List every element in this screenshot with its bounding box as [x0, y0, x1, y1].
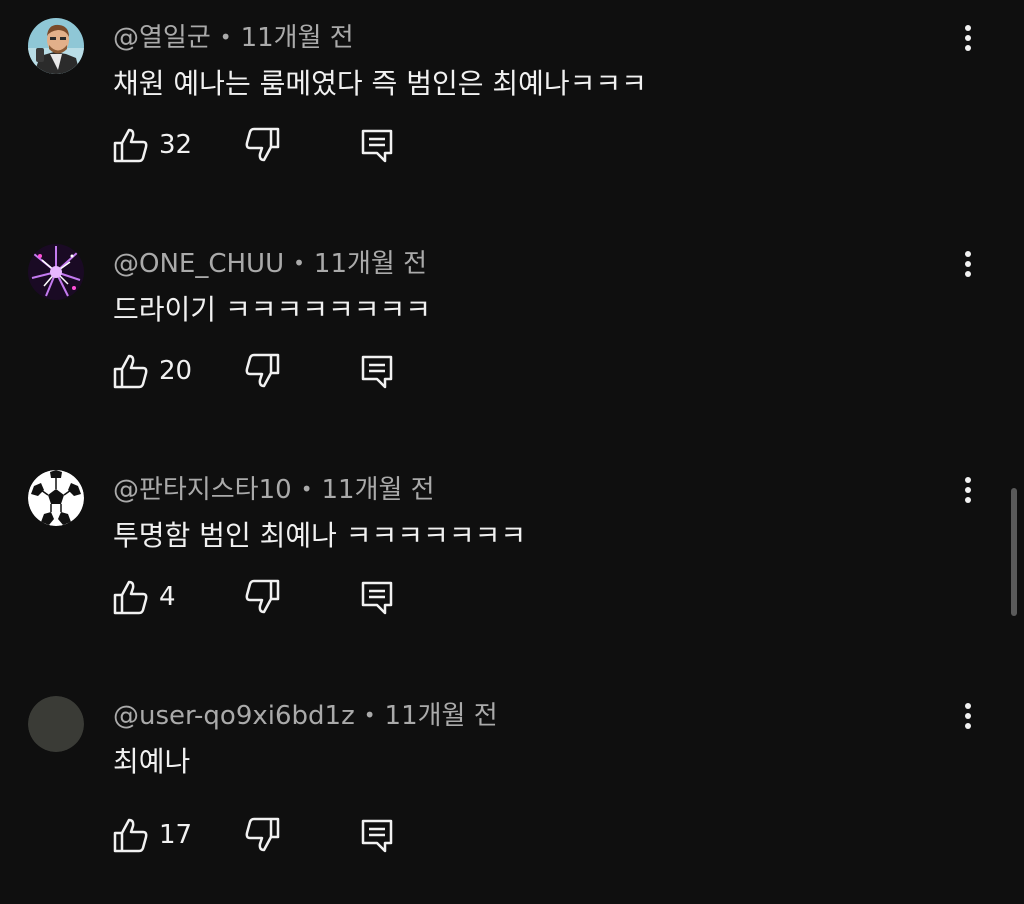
scrollbar-thumb[interactable]: [1011, 488, 1017, 616]
thumbs-down-icon: [245, 817, 280, 852]
comment-item: @user-qo9xi6bd1z • 11개월 전 최예나 17: [0, 678, 1024, 904]
like-count: 4: [159, 582, 176, 612]
comment-author[interactable]: @판타지스타10: [113, 475, 292, 505]
comment-text: 투명함 범인 최예나 ㅋㅋㅋㅋㅋㅋㅋ: [113, 519, 527, 552]
avatar[interactable]: [28, 18, 84, 74]
default-avatar-icon: [28, 696, 84, 752]
more-vertical-icon: [965, 703, 971, 729]
like-count: 32: [159, 130, 193, 160]
comment-item: @열일군 • 11개월 전 채원 예나는 룸메였다 즉 범인은 최예나ㅋㅋㅋ 32: [0, 0, 1024, 226]
comment-meta: @판타지스타10 • 11개월 전: [113, 472, 435, 507]
reply-comment-icon: [361, 355, 393, 389]
dislike-button[interactable]: [241, 126, 283, 168]
more-options-button[interactable]: [950, 10, 986, 66]
thumbs-down-icon: [245, 579, 280, 614]
reply-comment-icon: [361, 129, 393, 163]
comment-time[interactable]: 11개월 전: [321, 475, 434, 505]
comment-meta: @user-qo9xi6bd1z • 11개월 전: [113, 698, 498, 733]
comment-meta: @열일군 • 11개월 전: [113, 20, 354, 55]
more-vertical-icon: [965, 477, 971, 503]
cartoon-man-avatar-icon: [28, 18, 84, 74]
thumbs-up-icon: [113, 580, 148, 615]
dislike-button[interactable]: [241, 816, 283, 858]
comment-author[interactable]: @ONE_CHUU: [113, 249, 284, 279]
dislike-button[interactable]: [241, 578, 283, 620]
comment-actions: 32: [0, 124, 1024, 168]
reply-button[interactable]: [356, 816, 398, 858]
meta-separator-dot: •: [293, 251, 305, 275]
more-vertical-icon: [965, 251, 971, 277]
like-button[interactable]: [110, 814, 152, 856]
comment-text: 최예나: [113, 745, 191, 778]
comment-item: @ONE_CHUU • 11개월 전 드라이기 ㅋㅋㅋㅋㅋㅋㅋㅋ 20: [0, 226, 1024, 452]
comment-text: 채원 예나는 룸메였다 즉 범인은 최예나ㅋㅋㅋ: [113, 67, 647, 100]
thumbs-down-icon: [245, 127, 280, 162]
more-options-button[interactable]: [950, 688, 986, 744]
reply-comment-icon: [361, 581, 393, 615]
dislike-button[interactable]: [241, 352, 283, 394]
like-count: 20: [159, 356, 193, 386]
thumbs-down-icon: [245, 353, 280, 388]
reply-button[interactable]: [356, 126, 398, 168]
avatar[interactable]: [28, 244, 84, 300]
comment-text: 드라이기 ㅋㅋㅋㅋㅋㅋㅋㅋ: [113, 293, 432, 326]
meta-separator-dot: •: [300, 477, 313, 501]
reply-button[interactable]: [356, 352, 398, 394]
reply-button[interactable]: [356, 578, 398, 620]
comment-author[interactable]: @user-qo9xi6bd1z: [113, 701, 355, 731]
more-vertical-icon: [965, 25, 971, 51]
more-options-button[interactable]: [950, 462, 986, 518]
meta-separator-dot: •: [363, 703, 376, 727]
comment-meta: @ONE_CHUU • 11개월 전: [113, 246, 427, 281]
comment-actions: 4: [0, 576, 1024, 620]
comment-time[interactable]: 11개월 전: [241, 23, 354, 53]
meta-separator-dot: •: [219, 25, 232, 49]
comment-author[interactable]: @열일군: [113, 23, 211, 53]
comment-actions: 20: [0, 350, 1024, 394]
avatar[interactable]: [28, 696, 84, 752]
soccer-ball-avatar-icon: [28, 470, 84, 526]
comment-time[interactable]: 11개월 전: [385, 701, 498, 731]
more-options-button[interactable]: [950, 236, 986, 292]
like-button[interactable]: [110, 124, 152, 166]
comment-time[interactable]: 11개월 전: [314, 249, 427, 279]
like-count: 17: [159, 820, 193, 850]
like-button[interactable]: [110, 576, 152, 618]
comment-actions: 17: [0, 814, 1024, 858]
thumbs-up-icon: [113, 818, 148, 853]
comment-item: @판타지스타10 • 11개월 전 투명함 범인 최예나 ㅋㅋㅋㅋㅋㅋㅋ 4: [0, 452, 1024, 678]
purple-sparkle-avatar-icon: [28, 244, 84, 300]
reply-comment-icon: [361, 819, 393, 853]
avatar[interactable]: [28, 470, 84, 526]
thumbs-up-icon: [113, 128, 148, 163]
thumbs-up-icon: [113, 354, 148, 389]
like-button[interactable]: [110, 350, 152, 392]
